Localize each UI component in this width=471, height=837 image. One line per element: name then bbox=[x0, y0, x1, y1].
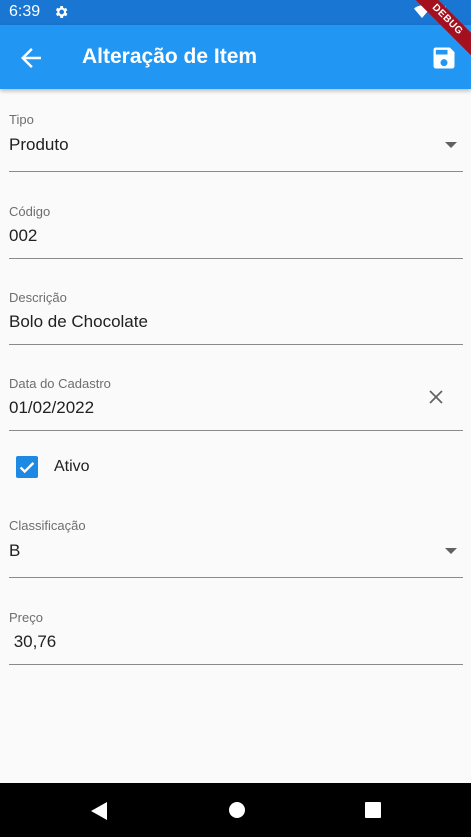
descricao-label: Descrição bbox=[9, 290, 67, 305]
tipo-label: Tipo bbox=[9, 112, 34, 127]
app-bar: Alteração de Item bbox=[0, 25, 471, 89]
preco-value: 30,76 bbox=[9, 632, 57, 651]
preco-label: Preço bbox=[9, 610, 43, 625]
tipo-value: Produto bbox=[9, 135, 69, 154]
classificacao-label: Classificação bbox=[9, 518, 86, 533]
status-time: 6:39 bbox=[9, 3, 41, 20]
classificacao-dropdown[interactable]: Classificação B bbox=[9, 516, 463, 578]
descricao-field[interactable]: Descrição Bolo de Chocolate bbox=[9, 288, 463, 345]
dropdown-arrow-icon bbox=[445, 142, 457, 148]
nav-recent-icon[interactable] bbox=[365, 802, 381, 818]
classificacao-value: B bbox=[9, 541, 21, 560]
back-arrow-icon[interactable] bbox=[16, 43, 46, 73]
ativo-label: Ativo bbox=[54, 458, 90, 475]
page-title: Alteração de Item bbox=[82, 45, 258, 68]
descricao-value: Bolo de Chocolate bbox=[9, 312, 148, 331]
nav-home-icon[interactable] bbox=[228, 801, 246, 819]
save-icon[interactable] bbox=[430, 44, 458, 72]
codigo-label: Código bbox=[9, 204, 51, 219]
dropdown-arrow-icon bbox=[445, 548, 457, 554]
gear-icon bbox=[55, 6, 68, 18]
check-icon bbox=[19, 462, 35, 474]
status-bar: 6:39 bbox=[0, 0, 471, 25]
codigo-value: 002 bbox=[9, 226, 38, 245]
data-cadastro-label: Data do Cadastro bbox=[9, 376, 111, 391]
codigo-field[interactable]: Código 002 bbox=[9, 202, 463, 259]
clear-icon[interactable] bbox=[427, 388, 445, 406]
tipo-dropdown[interactable]: Tipo Produto bbox=[9, 110, 463, 172]
data-cadastro-value: 01/02/2022 bbox=[9, 398, 95, 417]
preco-field[interactable]: Preço 30,76 bbox=[9, 608, 463, 665]
ativo-checkbox[interactable] bbox=[16, 456, 38, 478]
data-cadastro-field[interactable]: Data do Cadastro 01/02/2022 bbox=[9, 374, 463, 431]
nav-back-icon[interactable] bbox=[90, 801, 108, 821]
